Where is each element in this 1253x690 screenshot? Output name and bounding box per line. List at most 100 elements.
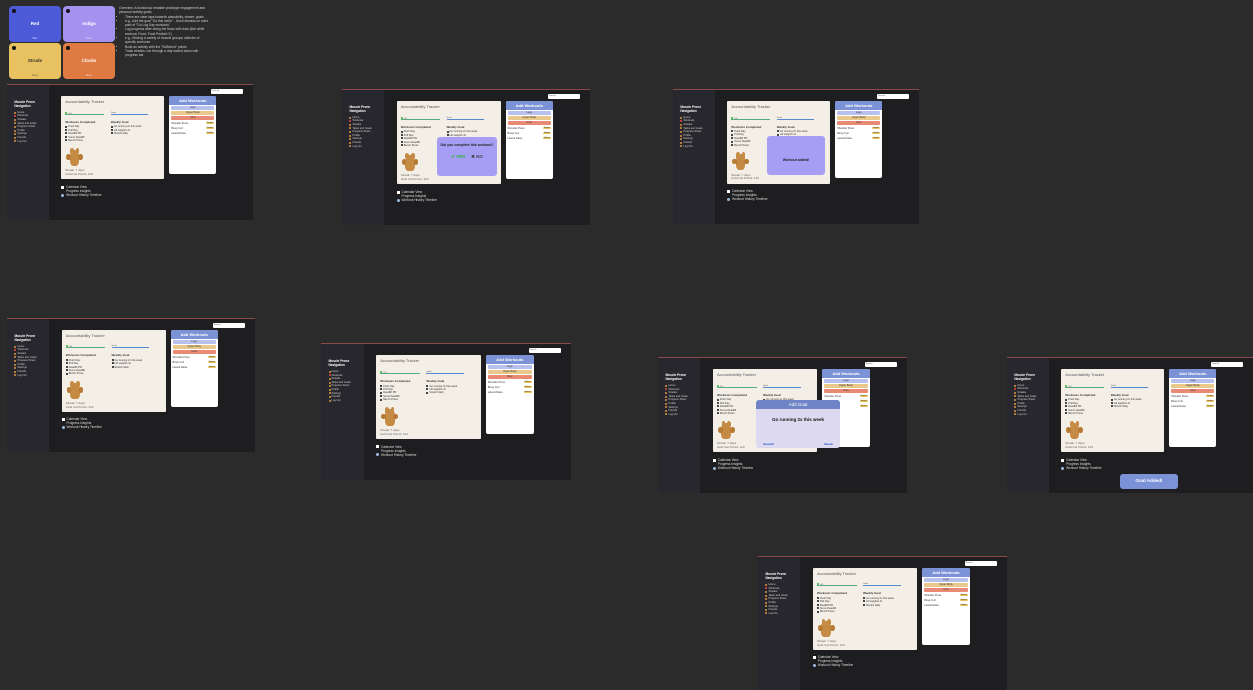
checkbox[interactable]	[65, 125, 68, 128]
checkbox[interactable]	[862, 603, 865, 606]
checkbox[interactable]	[731, 140, 734, 143]
checkbox[interactable]	[776, 130, 779, 133]
sticky-note-red[interactable]: Red Bias	[9, 6, 61, 42]
checkbox[interactable]	[65, 132, 68, 135]
option-legs[interactable]: Legs	[824, 378, 868, 383]
sticky-note-indigo[interactable]: Indigo Dark	[63, 6, 115, 42]
checkbox[interactable]	[1110, 405, 1113, 408]
goal-text[interactable]: Go running 2x this week	[756, 417, 840, 422]
legend-history[interactable]: Workout History Timeline	[1061, 466, 1101, 470]
checkbox[interactable]	[716, 412, 719, 415]
search-input[interactable]: Search	[864, 362, 898, 368]
option-core[interactable]: Core	[824, 388, 868, 393]
select-button[interactable]: Select	[1206, 395, 1215, 398]
checkbox[interactable]	[110, 132, 113, 135]
select-button[interactable]: Select	[1206, 400, 1215, 403]
select-button[interactable]: Select	[207, 366, 216, 369]
search-input[interactable]: Search	[877, 94, 910, 100]
checkbox[interactable]	[380, 395, 383, 398]
sidebar-item[interactable]: Log Out	[14, 140, 41, 144]
checkbox[interactable]	[65, 372, 68, 375]
legend-history[interactable]: Workout History Timeline	[61, 425, 102, 429]
checkbox[interactable]	[111, 359, 114, 362]
checkbox[interactable]	[400, 134, 403, 137]
workout-item[interactable]: Bench Press	[400, 144, 431, 147]
checkbox[interactable]	[380, 388, 383, 391]
yes-button[interactable]: ✔ YES	[451, 154, 465, 160]
checkbox[interactable]	[731, 137, 734, 140]
select-button[interactable]: Select	[542, 137, 551, 140]
option-upper-body[interactable]: Upper Body	[172, 344, 216, 349]
select-button[interactable]: Select	[872, 127, 881, 130]
select-button[interactable]: Select	[542, 132, 551, 135]
checkbox[interactable]	[65, 359, 68, 362]
checkbox[interactable]	[1065, 412, 1068, 415]
select-button[interactable]: Select	[1206, 405, 1215, 408]
option-upper-body[interactable]: Upper Body	[487, 369, 532, 374]
checkbox[interactable]	[1110, 398, 1113, 401]
select-button[interactable]: Select	[523, 381, 532, 384]
checkbox[interactable]	[816, 603, 819, 606]
checkbox[interactable]	[862, 600, 865, 603]
checkbox[interactable]	[816, 600, 819, 603]
checkbox[interactable]	[716, 405, 719, 408]
option-legs[interactable]: Legs	[507, 110, 551, 115]
sidebar-item[interactable]: Log Out	[765, 612, 792, 616]
checkbox[interactable]	[65, 139, 68, 142]
checkbox[interactable]	[731, 143, 734, 146]
checkbox[interactable]	[380, 391, 383, 394]
option-upper-body[interactable]: Upper Body	[1171, 383, 1215, 388]
checkbox[interactable]	[111, 365, 114, 368]
select-button[interactable]: Select	[206, 122, 215, 125]
checkbox[interactable]	[1110, 402, 1113, 405]
select-button[interactable]: Select	[959, 599, 968, 602]
option-core[interactable]: Core	[1171, 388, 1215, 393]
checkbox[interactable]	[380, 398, 383, 401]
select-button[interactable]: Select	[859, 405, 868, 408]
checkbox[interactable]	[110, 129, 113, 132]
sticky-note-struds[interactable]: Struds Nmns	[9, 43, 61, 79]
legend-history[interactable]: Workout History Timeline	[727, 197, 767, 201]
select-button[interactable]: Select	[523, 386, 532, 389]
checkbox[interactable]	[400, 130, 403, 133]
workout-item[interactable]: Bench Press	[716, 412, 747, 415]
checkbox[interactable]	[446, 130, 449, 133]
workout-item[interactable]: Bench Press	[65, 139, 95, 142]
checkbox[interactable]	[862, 597, 865, 600]
checkbox[interactable]	[716, 408, 719, 411]
no-button[interactable]: ✖ NO	[471, 154, 483, 160]
goal-item[interactable]: Stretch daily	[111, 365, 143, 369]
goal-item[interactable]: Stretch daily	[862, 603, 894, 607]
legend-history[interactable]: Workout History Timeline	[712, 466, 753, 470]
select-button[interactable]: Select	[206, 127, 215, 130]
checkbox[interactable]	[65, 365, 68, 368]
workout-item[interactable]: Bench Press	[731, 144, 761, 147]
option-upper-body[interactable]: Upper Body	[924, 582, 968, 587]
option-upper-body[interactable]: Upper Body	[837, 115, 881, 120]
checkbox[interactable]	[400, 140, 403, 143]
sidebar-item[interactable]: Log Out	[349, 145, 376, 149]
checkbox[interactable]	[1065, 398, 1068, 401]
checkbox[interactable]	[110, 125, 113, 128]
option-core[interactable]: Core	[837, 120, 881, 125]
workout-item[interactable]: Bench Press	[816, 610, 847, 613]
save-button[interactable]: Save	[824, 443, 834, 446]
select-button[interactable]: Select	[523, 391, 532, 394]
legend-history[interactable]: Workout History Timeline	[61, 193, 101, 197]
option-core[interactable]: Core	[507, 120, 551, 125]
select-button[interactable]: Select	[207, 361, 216, 364]
cancel-button[interactable]: Cancel	[762, 443, 774, 446]
search-input[interactable]: Search	[547, 94, 581, 100]
select-button[interactable]: Select	[207, 356, 216, 359]
checkbox[interactable]	[816, 607, 819, 610]
workout-item[interactable]: Bench Press	[65, 372, 96, 375]
option-upper-body[interactable]: Upper Body	[824, 383, 868, 388]
option-legs[interactable]: Legs	[1171, 378, 1215, 383]
workout-item[interactable]: Bench Press	[380, 398, 410, 401]
checkbox[interactable]	[446, 134, 449, 137]
select-button[interactable]: Select	[959, 594, 968, 597]
option-legs[interactable]: Legs	[837, 110, 881, 115]
search-input[interactable]: Search	[211, 89, 244, 95]
workout-item[interactable]: Bench Press	[1065, 412, 1095, 415]
goal-item[interactable]: Stretch daily	[110, 132, 142, 135]
